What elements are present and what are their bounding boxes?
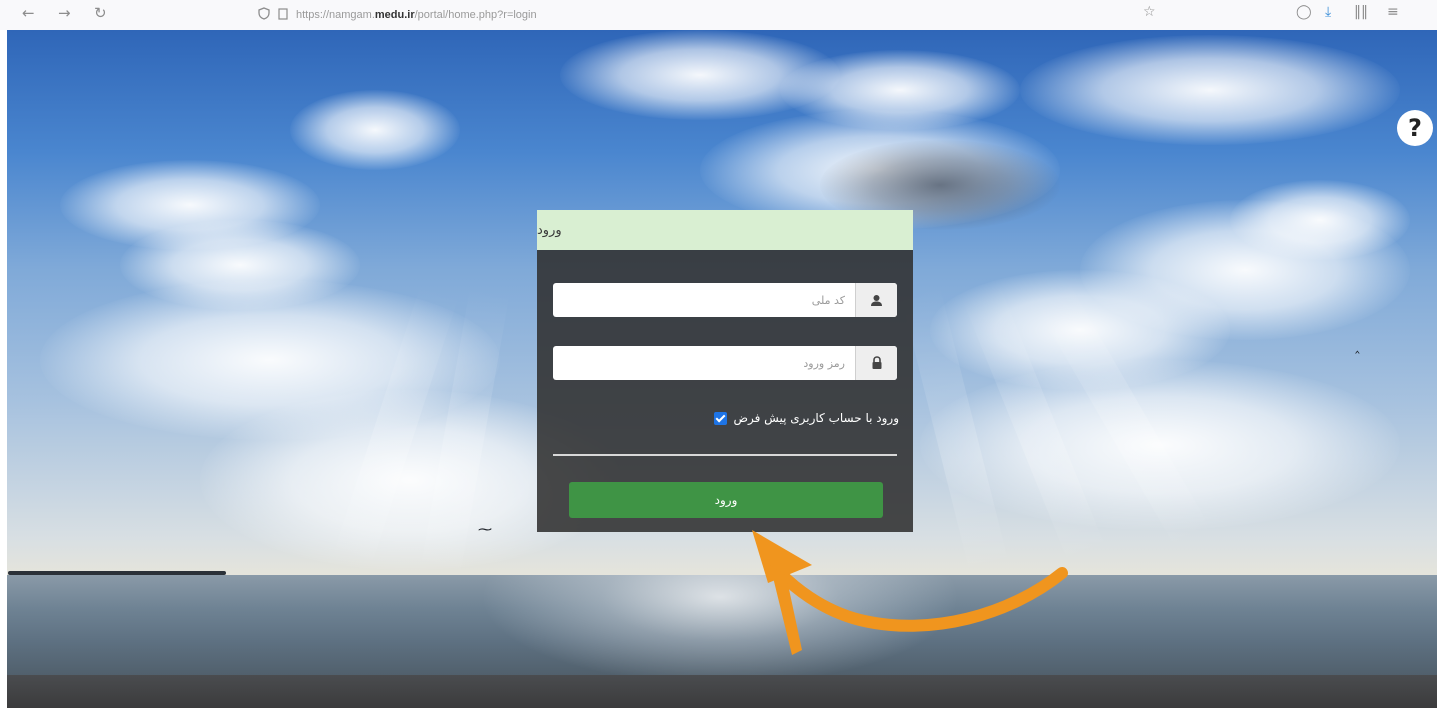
cloud	[1020, 35, 1400, 145]
horizon-land	[8, 571, 226, 575]
national-code-field	[553, 283, 897, 317]
url-text: https://namgam.medu.ir/portal/home.php?r…	[296, 9, 537, 21]
beach	[0, 675, 1437, 708]
cloud	[1230, 180, 1410, 260]
browser-toolbar: ← → ↻ https://namgam.medu.ir/portal/home…	[0, 0, 1437, 30]
national-code-input[interactable]	[553, 283, 855, 317]
pocket-icon[interactable]: ◯	[1296, 4, 1312, 20]
address-bar[interactable]: https://namgam.medu.ir/portal/home.php?r…	[258, 6, 537, 24]
password-field	[553, 346, 897, 380]
login-panel: ورود ورود با حساب کاربری پیش فرض ورود	[537, 210, 913, 532]
library-icon[interactable]: ‖‖	[1354, 4, 1368, 20]
remember-label: ورود با حساب کاربری پیش فرض	[733, 411, 899, 425]
orange-arrow-annotation	[752, 530, 1068, 655]
arrow-curve	[774, 567, 1068, 632]
login-header: ورود	[537, 210, 913, 250]
page-icon	[278, 7, 288, 23]
forward-arrow-icon[interactable]: →	[58, 4, 71, 22]
password-input[interactable]	[553, 346, 855, 380]
remember-row: ورود با حساب کاربری پیش فرض	[714, 411, 899, 425]
url-prefix: https://namgam.	[296, 9, 375, 21]
login-title: ورود	[537, 222, 562, 238]
reload-icon[interactable]: ↻	[94, 4, 107, 22]
download-icon[interactable]: ⤓	[1325, 4, 1331, 20]
left-edge	[0, 30, 7, 708]
remember-checkbox[interactable]	[714, 411, 728, 425]
back-arrow-icon[interactable]: ←	[22, 4, 35, 22]
shield-icon	[258, 7, 270, 23]
help-button[interactable]: ?	[1397, 110, 1433, 146]
login-submit-button[interactable]: ورود	[569, 482, 883, 518]
divider	[553, 454, 897, 456]
user-icon	[855, 283, 897, 317]
menu-icon[interactable]: ≡	[1387, 4, 1399, 20]
bookmark-star-icon[interactable]: ☆	[1143, 4, 1156, 20]
url-path: /portal/home.php?r=login	[414, 9, 537, 21]
bird: ⁓	[478, 522, 492, 538]
bird: ‸	[1355, 338, 1360, 354]
lock-icon	[855, 346, 897, 380]
url-domain: medu.ir	[374, 9, 415, 21]
cloud	[290, 90, 460, 170]
arrow-tail	[770, 565, 802, 655]
